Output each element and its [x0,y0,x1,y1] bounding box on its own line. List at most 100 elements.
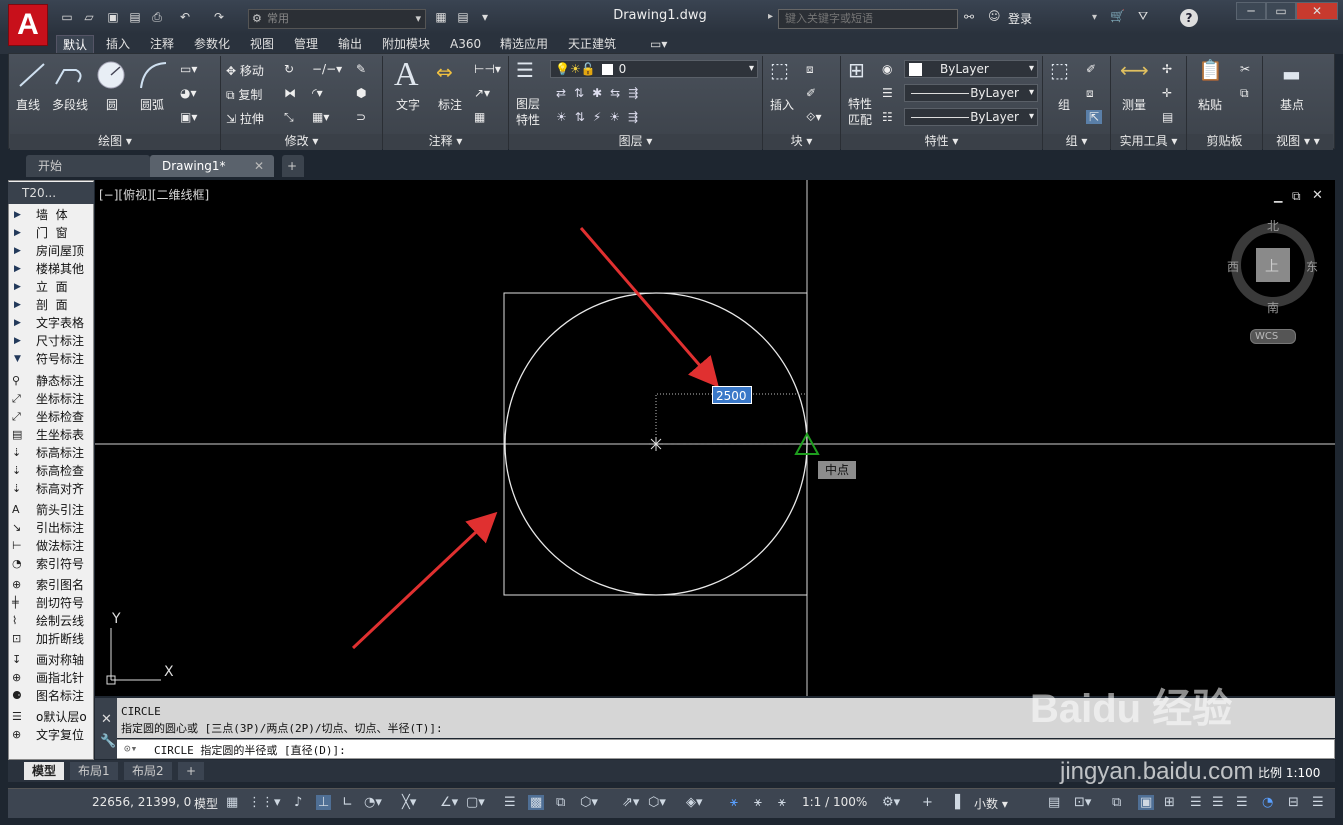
layers-panel-title[interactable]: 图层 ▾ [509,134,762,150]
sidebar-item[interactable]: ╪ 剖切符号 [10,594,92,612]
paste-icon[interactable]: 📋 [1198,58,1223,82]
annotation-scale[interactable]: 比例 1:100 [1258,764,1320,781]
tab-addins[interactable]: 附加模块 [376,35,436,53]
quick-properties-icon[interactable]: ▤ [1048,795,1060,810]
lineweight-dropdown[interactable]: ByLayer ▾ [904,84,1038,102]
tab-layout1[interactable]: 布局1 [70,762,118,780]
object-snap-icon[interactable]: ▢▾ [466,795,485,810]
ribbon-minimize-icon[interactable]: ▭▾ [644,35,673,53]
mirror-icon[interactable]: ⧓ [284,86,296,100]
infer-constraints-icon[interactable]: ♪ [294,795,302,810]
sidebar-item[interactable]: ☰ o默认层o [10,708,92,726]
selection-filter-icon[interactable]: ⬡▾ [648,795,666,810]
tab-default[interactable]: 默认 [56,35,95,53]
sidebar-item[interactable]: ◔ 索引符号 [10,555,92,573]
lock-ui-icon[interactable]: ⊡▾ [1074,795,1091,810]
workspace-switch-icon[interactable]: ⚙▾ [882,795,900,810]
polyline-button[interactable]: 多段线 [52,96,88,113]
scale-icon[interactable]: ⤡ [284,110,294,125]
close-command-icon[interactable]: ✕ [101,712,112,727]
radius-dynamic-input[interactable]: 2500 [712,386,752,404]
ungroup-icon[interactable]: ✐ [1086,62,1096,76]
block-attr-icon[interactable]: ⟐▾ [806,110,821,125]
create-block-icon[interactable]: ⧈ [806,62,814,77]
leader-icon[interactable]: ↗▾ [474,86,490,100]
sidebar-item[interactable]: ⤢ 坐标检查 [10,408,92,426]
text-button[interactable]: 文字 [396,96,420,113]
command-line-handle[interactable]: ✕ 🔧 [95,698,117,759]
dimension-button[interactable]: 标注 [438,96,462,113]
array-icon[interactable]: ▦▾ [312,110,329,124]
edit-block-icon[interactable]: ✐ [806,86,816,100]
sidebar-item[interactable]: ↧ 画对称轴 [10,651,92,669]
viewport-controls-label[interactable]: [−][俯视][二维线框] [99,186,209,203]
tab-featured-apps[interactable]: 精选应用 [494,35,554,53]
tab-view[interactable]: 视图 [244,35,280,53]
offset-icon[interactable]: ⊃ [356,110,366,124]
measure-button[interactable]: 测量 [1122,96,1146,113]
lineweight-toggle-icon[interactable]: ☰ [504,795,516,810]
layer-menu-icon[interactable]: ☰ [1212,795,1224,810]
dynamic-ucs-icon[interactable]: ⇗▾ [622,795,639,810]
drawing-canvas[interactable] [95,180,1335,696]
new-tab-button[interactable]: + [282,155,304,177]
sidebar-item[interactable]: ▶ 楼梯其他 [10,260,92,278]
sidebar-item[interactable]: ⇣ 标高标注 [10,444,92,462]
print-icon[interactable]: ⎙ [148,9,166,25]
calculator-icon[interactable]: ▤ [1162,110,1173,124]
clean-screen-icon[interactable]: ⊞ [1164,795,1175,810]
units-dropdown[interactable]: 小数 ▾ [974,795,1008,812]
id-point-icon[interactable]: ✛ [1162,86,1172,100]
groups-panel-title[interactable]: 组 ▾ [1043,134,1110,150]
color-wheel-icon[interactable]: ◉ [882,62,892,76]
sidebar-item[interactable]: ⊕ 文字复位 [10,726,92,744]
paste-button[interactable]: 粘贴 [1198,96,1222,113]
base-view-icon[interactable]: ▬ [1282,62,1301,86]
layer-tools-row2[interactable]: ☀⇅⚡☀⇶ [556,110,646,124]
selection-cycling-icon[interactable]: ⧉ [556,795,565,810]
annotation-scale-icon[interactable]: ⚹ [778,795,786,810]
sidebar-item[interactable]: ⊕ 索引图名 [10,576,92,594]
tab-start[interactable]: 开始 [26,155,150,177]
group-icon[interactable]: ⬚ [1050,58,1069,82]
insert-block-icon[interactable]: ⬚ [770,58,789,82]
new-file-icon[interactable]: ▭ [58,9,76,25]
lineweight-icon[interactable]: ☰ [882,86,893,100]
layer-dropdown[interactable]: 💡☀🔓 0 ▾ [550,60,758,78]
object-snap-tracking-icon[interactable]: ∠▾ [440,795,458,810]
copy-clip-icon[interactable]: ⧉ [1240,86,1249,101]
text-icon[interactable]: A [394,56,419,94]
base-button[interactable]: 基点 [1280,96,1304,113]
application-menu-button[interactable]: A [8,4,48,46]
viewport-scale[interactable]: 1:1 / 100% [802,795,867,809]
tab-manage[interactable]: 管理 [288,35,324,53]
grid-icon[interactable]: ▦ [226,795,238,810]
viewport-close-icon[interactable]: ✕ [1312,188,1323,203]
fillet-icon[interactable]: ◜▾ [312,86,323,100]
sidebar-item[interactable]: ▶ 文字表格 [10,314,92,332]
sidebar-header[interactable]: T20... [8,182,94,204]
ortho-icon[interactable]: ∟ [342,795,353,810]
match-properties-icon[interactable]: ⊞ [848,58,865,82]
command-line[interactable]: ⊙▾ CIRCLE 指定圆的半径或 [直径(D)]: [95,739,1335,759]
cart-icon[interactable]: 🛒 [1110,9,1125,23]
search-expand-icon[interactable]: ▸ [768,11,773,22]
color-dropdown[interactable]: ByLayer ▾ [904,60,1038,78]
coordinates-readout[interactable]: 22656, 21399, 0 [92,795,191,809]
sidebar-item[interactable]: ⚲ 静态标注 [10,372,92,390]
customization-icon[interactable]: ☰ [1190,795,1202,810]
sidebar-item[interactable]: ▶ 房间屋顶 [10,242,92,260]
viewcube-east[interactable]: 东 [1306,258,1318,275]
circle-icon[interactable] [96,60,126,90]
layer-properties-icon[interactable]: ☰ [516,58,534,82]
gizmo-icon[interactable]: ◈▾ [686,795,703,810]
binoculars-icon[interactable]: ⚯ [964,10,974,24]
properties-toggle-icon[interactable]: ☰ [1236,795,1248,810]
drawing-viewport[interactable] [95,180,1335,696]
sidebar-item[interactable]: ▶ 门 窗 [10,224,92,242]
group-edit-icon[interactable]: ⧈ [1086,86,1094,101]
line-button[interactable]: 直线 [16,96,40,113]
sidebar-item[interactable]: ⤢ 坐标标注 [10,390,92,408]
explode-icon[interactable]: ⬢ [356,86,366,100]
sidebar-item[interactable]: ⊡ 加折断线 [10,630,92,648]
